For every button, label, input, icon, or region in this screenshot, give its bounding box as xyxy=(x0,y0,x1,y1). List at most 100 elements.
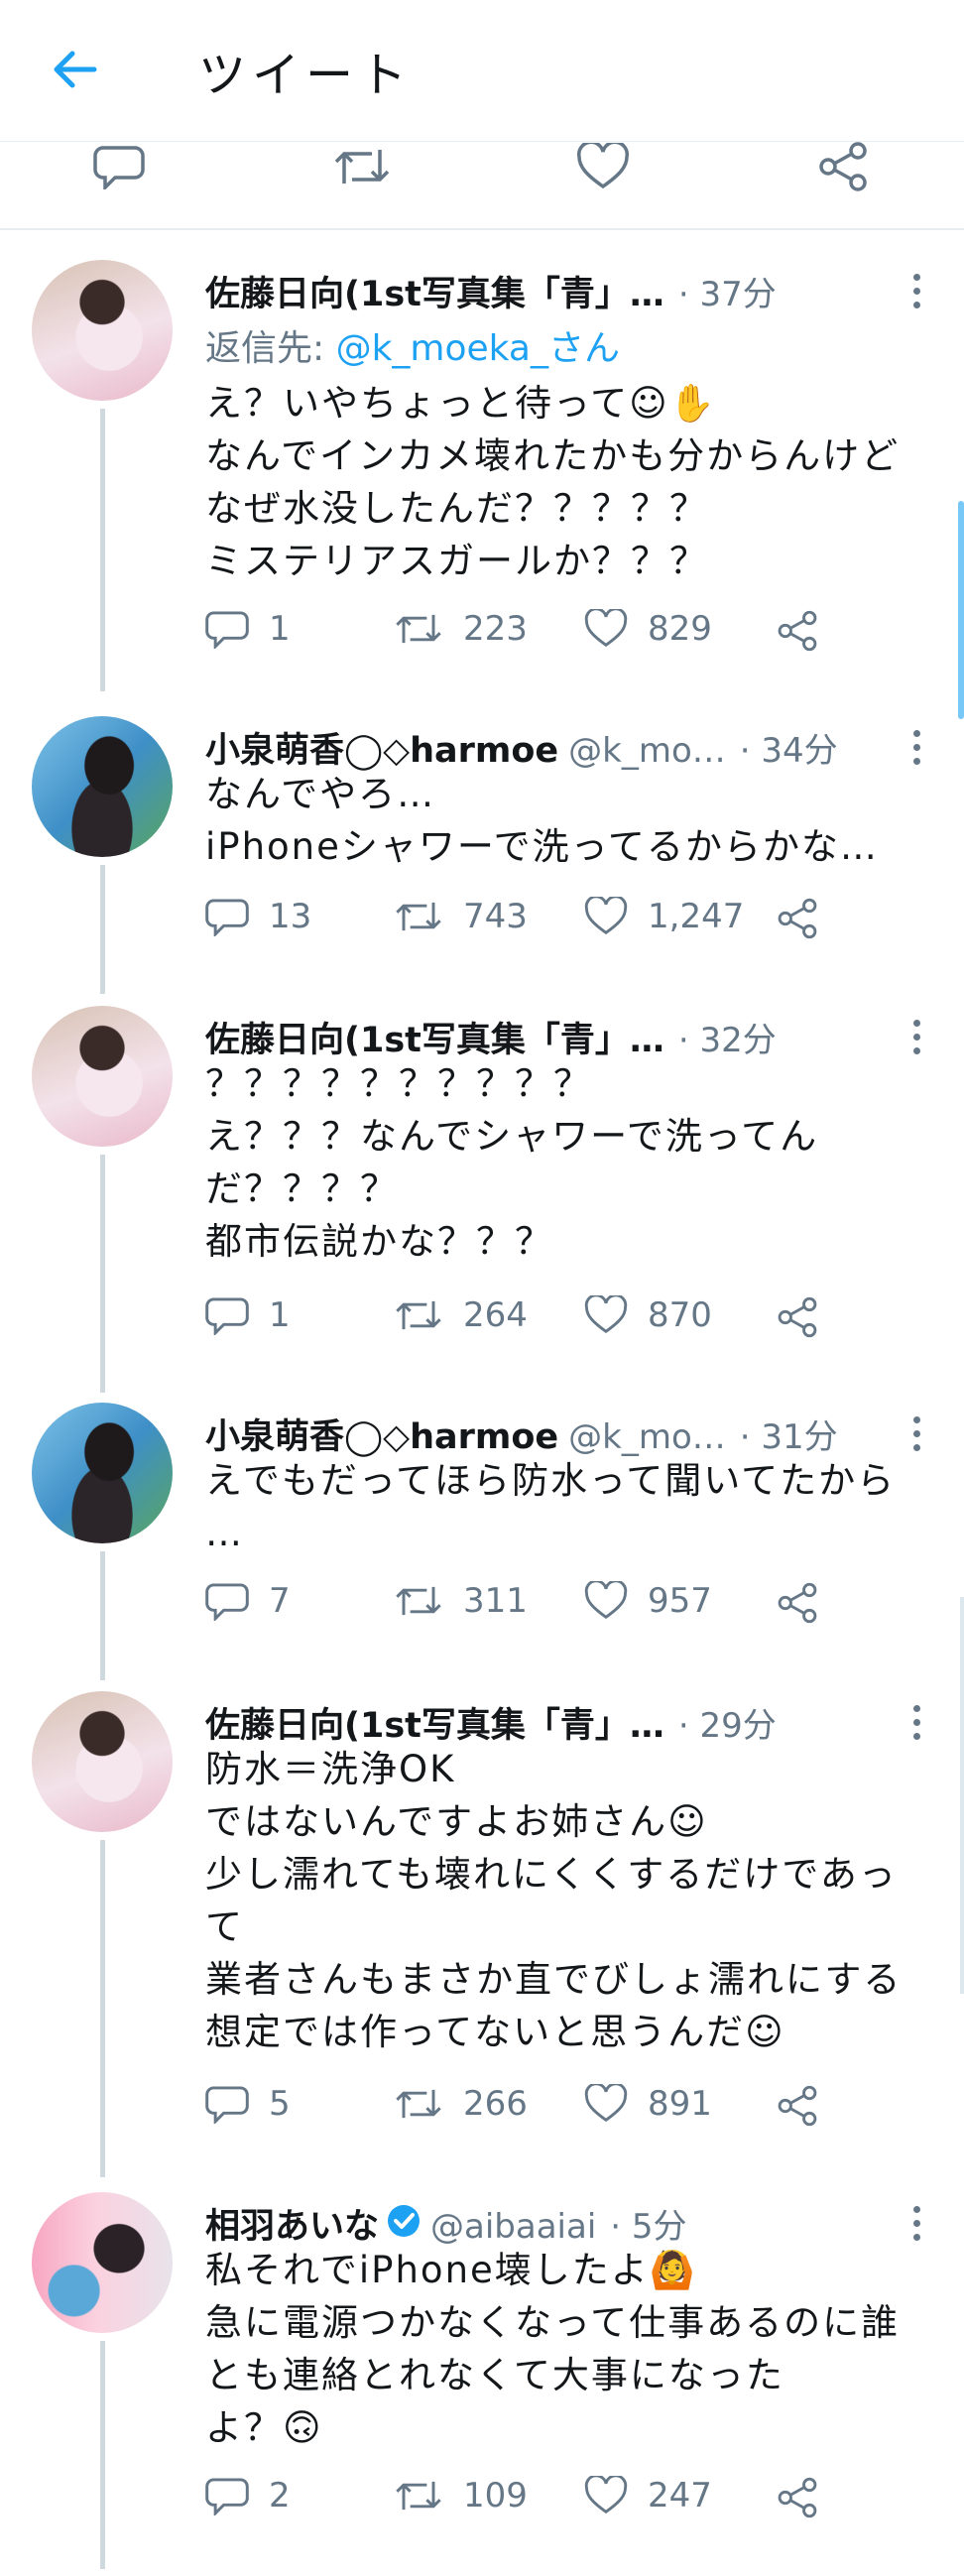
more-options-button[interactable] xyxy=(908,274,924,313)
avatar[interactable] xyxy=(32,1006,173,1147)
user-handle[interactable]: @k_mo… xyxy=(568,1417,726,1457)
like-button[interactable]: 829 xyxy=(584,609,712,649)
share-button[interactable] xyxy=(776,609,839,653)
reply-icon xyxy=(205,1583,249,1621)
tweet-text-line: え？いやちょっと待って☺✋ xyxy=(205,382,717,425)
reply-button[interactable] xyxy=(79,141,159,192)
more-options-button[interactable] xyxy=(908,2206,924,2246)
display-name[interactable]: 相羽あいな xyxy=(205,2198,379,2249)
reply-button[interactable]: 2 xyxy=(205,2476,291,2515)
reply-button[interactable]: 1 xyxy=(205,1295,291,1335)
tweet-text-line: なんでインカメ壊れたかも分からんけど xyxy=(205,434,901,477)
avatar[interactable] xyxy=(32,1403,173,1543)
share-button[interactable] xyxy=(776,2084,839,2128)
display-name[interactable]: 佐藤日向(1st写真集「青」… xyxy=(205,1697,664,1748)
tweet-actions: 7 311 957 xyxy=(205,1581,900,1637)
like-count: 1,247 xyxy=(648,897,745,936)
retweet-button[interactable]: 266 xyxy=(394,2084,528,2124)
timestamp[interactable]: · 37分 xyxy=(678,267,777,315)
share-button[interactable] xyxy=(776,1581,839,1625)
retweet-button[interactable]: 743 xyxy=(394,897,528,936)
main-tweet-action-bar xyxy=(0,141,964,230)
tweet[interactable]: 小泉萌香◯◇harmoe @k_mo… · 31分 えでもだってほら防水って聞い… xyxy=(0,1403,964,1680)
reply-count: 1 xyxy=(269,1295,291,1335)
avatar[interactable] xyxy=(32,716,173,857)
reply-icon xyxy=(205,2478,249,2515)
retweet-button[interactable]: 109 xyxy=(394,2476,528,2515)
like-count: 829 xyxy=(648,609,712,649)
arrow-left-icon xyxy=(54,51,97,88)
like-button[interactable]: 891 xyxy=(584,2084,712,2124)
avatar[interactable] xyxy=(32,1691,173,1832)
retweet-button[interactable]: 223 xyxy=(394,609,528,649)
more-options-button[interactable] xyxy=(908,730,924,770)
retweet-button[interactable]: 311 xyxy=(394,1581,528,1621)
reply-to-handle[interactable]: @k_moeka_さん xyxy=(336,328,620,369)
tweet[interactable]: 佐藤日向(1st写真集「青」… · 32分 ？？？？？？？？？？ え？？？なんで… xyxy=(0,1006,964,1393)
like-icon xyxy=(584,609,628,648)
display-name[interactable]: 小泉萌香◯◇harmoe xyxy=(205,722,558,773)
retweet-button[interactable] xyxy=(322,141,402,192)
tweet[interactable]: 佐藤日向(1st写真集「青」… · 37分 返信先: @k_moeka_さん え… xyxy=(0,260,964,691)
like-icon xyxy=(584,897,628,935)
thread-line xyxy=(100,1155,105,1393)
like-icon xyxy=(584,2084,628,2123)
reply-button[interactable]: 5 xyxy=(205,2084,291,2124)
share-button[interactable] xyxy=(776,897,839,940)
share-icon xyxy=(778,2477,817,2518)
share-icon xyxy=(778,898,817,939)
user-handle[interactable]: @k_mo… xyxy=(568,731,726,771)
tweet-text: え？いやちょっと待って☺✋ なんでインカメ壊れたかも分からんけど なぜ水没したん… xyxy=(205,377,939,587)
like-button[interactable]: 957 xyxy=(584,1581,712,1621)
reply-button[interactable]: 7 xyxy=(205,1581,291,1621)
like-count: 870 xyxy=(648,1295,712,1335)
tweet-header: 小泉萌香◯◇harmoe @k_mo… · 31分 xyxy=(205,1409,900,1459)
reply-count: 5 xyxy=(269,2084,291,2124)
like-button[interactable]: 247 xyxy=(584,2476,712,2515)
reply-count: 7 xyxy=(269,1581,291,1621)
timestamp[interactable]: · 29分 xyxy=(678,1698,777,1747)
tweet[interactable]: 佐藤日向(1st写真集「青」… · 29分 防水＝洗浄OK ではないんですよお姉… xyxy=(0,1691,964,2177)
reply-icon xyxy=(205,611,249,649)
top-bar: ツイート xyxy=(0,0,964,142)
like-button[interactable]: 870 xyxy=(584,1295,712,1335)
display-name[interactable]: 小泉萌香◯◇harmoe xyxy=(205,1409,558,1459)
more-options-button[interactable] xyxy=(908,1020,924,1059)
user-handle[interactable]: @aibaaiai xyxy=(430,2207,596,2247)
timestamp[interactable]: · 31分 xyxy=(740,1410,838,1458)
like-count: 891 xyxy=(648,2084,712,2124)
retweet-count: 743 xyxy=(463,897,528,936)
share-button[interactable] xyxy=(803,141,883,192)
scrollbar[interactable] xyxy=(958,501,964,719)
more-options-button[interactable] xyxy=(908,1416,924,1456)
tweet-header: 小泉萌香◯◇harmoe @k_mo… · 34分 xyxy=(205,722,900,773)
timestamp[interactable]: · 34分 xyxy=(740,723,838,772)
scroll-track xyxy=(960,1597,964,1994)
retweet-count: 311 xyxy=(463,1581,528,1621)
tweet[interactable]: 小泉萌香◯◇harmoe @k_mo… · 34分 なんでやろ… iPhoneシ… xyxy=(0,716,964,994)
thread-line xyxy=(100,1551,105,1680)
display-name[interactable]: 佐藤日向(1st写真集「青」… xyxy=(205,1012,664,1062)
retweet-count: 266 xyxy=(463,2084,528,2124)
tweet-text: なんでやろ… iPhoneシャワーで洗ってるからかな… xyxy=(205,773,879,868)
avatar[interactable] xyxy=(32,260,173,401)
more-options-button[interactable] xyxy=(908,1705,924,1745)
timestamp[interactable]: · 32分 xyxy=(678,1013,777,1061)
share-button[interactable] xyxy=(776,1295,839,1339)
retweet-count: 223 xyxy=(463,609,528,649)
avatar[interactable] xyxy=(32,2192,173,2333)
tweet[interactable]: 相羽あいな @aibaaiai · 5分 私それでiPhone壊したよ🙆 急に電… xyxy=(0,2192,964,2569)
retweet-button[interactable]: 264 xyxy=(394,1295,528,1335)
tweet-text-line: なぜ水没したんだ？？？？？ xyxy=(205,487,708,530)
back-button[interactable] xyxy=(40,40,109,99)
reply-button[interactable]: 1 xyxy=(205,609,291,649)
timestamp[interactable]: · 5分 xyxy=(610,2199,686,2248)
tweet-header: 佐藤日向(1st写真集「青」… · 29分 xyxy=(205,1697,900,1748)
share-icon xyxy=(778,1582,817,1624)
like-button[interactable]: 1,247 xyxy=(584,897,744,936)
share-icon xyxy=(778,1296,817,1338)
share-button[interactable] xyxy=(776,2476,839,2519)
like-button[interactable] xyxy=(563,141,643,192)
reply-button[interactable]: 13 xyxy=(205,897,311,936)
display-name[interactable]: 佐藤日向(1st写真集「青」… xyxy=(205,266,664,316)
